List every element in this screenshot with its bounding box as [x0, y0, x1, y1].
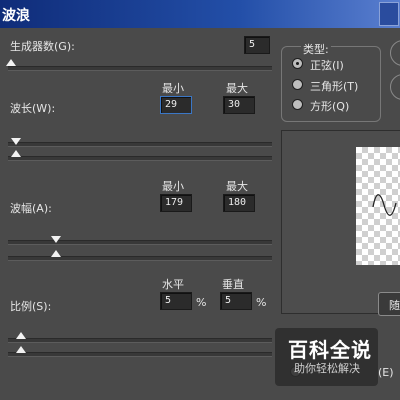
cancel-button[interactable] — [390, 74, 400, 100]
scale-h-unit: % — [196, 296, 207, 309]
wavelength-max-input[interactable]: 30 — [223, 96, 255, 114]
bottom-option-label[interactable]: (E) — [378, 366, 394, 379]
ok-button[interactable] — [390, 40, 400, 66]
scale-h-thumb[interactable] — [16, 332, 26, 339]
type-triangle-radio[interactable] — [292, 79, 303, 90]
amplitude-min-input[interactable]: 179 — [160, 194, 192, 212]
amplitude-max-input[interactable]: 180 — [223, 194, 255, 212]
preview-canvas — [356, 147, 400, 265]
type-square-label[interactable]: 方形(Q) — [310, 98, 349, 114]
title-bar — [0, 0, 400, 28]
type-square-radio[interactable] — [292, 99, 303, 110]
generators-input[interactable]: 5 — [244, 36, 270, 54]
amplitude-min-thumb[interactable] — [51, 236, 61, 243]
type-sine-radio[interactable] — [292, 58, 303, 69]
wavelength-slider-top-track[interactable] — [8, 142, 272, 147]
watermark-title: 百科全说 — [288, 338, 372, 362]
amplitude-slider-bottom-track[interactable] — [8, 256, 272, 261]
amplitude-slider-top-track[interactable] — [8, 240, 272, 245]
generators-label: 生成器数(G): — [10, 40, 75, 53]
amplitude-max-thumb[interactable] — [51, 250, 61, 257]
wavelength-max-thumb[interactable] — [11, 150, 21, 157]
wave-preview-icon — [372, 194, 397, 216]
scale-v-thumb[interactable] — [16, 346, 26, 353]
scale-slider-bottom-track[interactable] — [8, 352, 272, 357]
scale-h-input[interactable]: 5 — [160, 292, 192, 310]
wavelength-min-header: 最小 — [162, 82, 184, 95]
close-button[interactable] — [379, 2, 399, 26]
type-triangle-label[interactable]: 三角形(T) — [310, 78, 358, 94]
amplitude-max-header: 最大 — [226, 180, 248, 193]
scale-v-input[interactable]: 5 — [220, 292, 252, 310]
scale-v-header: 垂直 — [222, 278, 244, 291]
type-group-label: 类型: — [301, 41, 331, 57]
scale-h-header: 水平 — [162, 278, 184, 291]
window-title: 波浪 — [2, 8, 30, 24]
randomize-button-label: 随 — [389, 299, 400, 312]
scale-slider-top-track[interactable] — [8, 338, 272, 343]
watermark-subtitle: 助你轻松解决 — [294, 362, 360, 375]
type-sine-label[interactable]: 正弦(I) — [310, 57, 344, 73]
amplitude-min-header: 最小 — [162, 180, 184, 193]
scale-v-unit: % — [256, 296, 267, 309]
generators-slider-track[interactable] — [8, 66, 272, 71]
wavelength-slider-bottom-track[interactable] — [8, 156, 272, 161]
wavelength-min-thumb[interactable] — [11, 138, 21, 145]
scale-label: 比例(S): — [10, 300, 52, 313]
wavelength-min-input[interactable]: 29 — [160, 96, 192, 114]
wavelength-max-header: 最大 — [226, 82, 248, 95]
generators-slider-thumb[interactable] — [6, 59, 16, 66]
wavelength-label: 波长(W): — [10, 102, 56, 115]
amplitude-label: 波幅(A): — [10, 202, 52, 215]
randomize-button[interactable]: 随 — [378, 292, 400, 316]
